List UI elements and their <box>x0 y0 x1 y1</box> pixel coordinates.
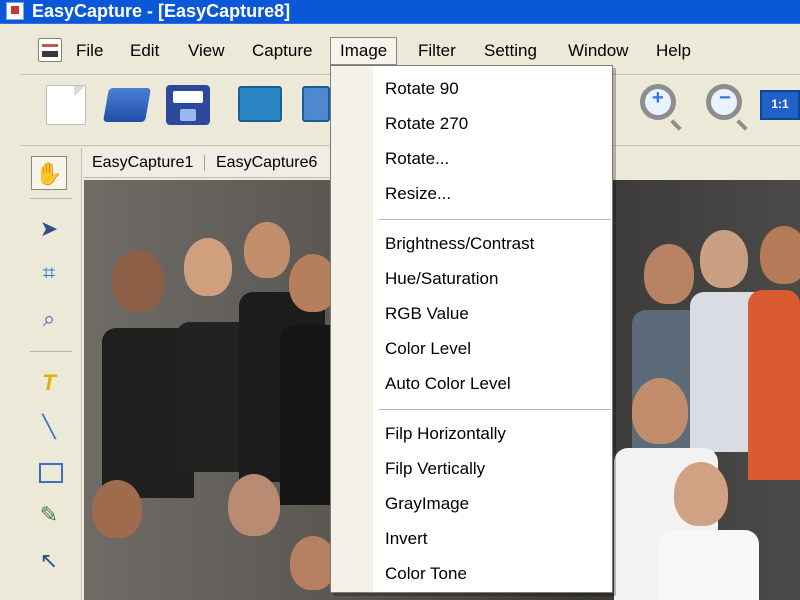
zoom-out-icon[interactable] <box>706 84 742 120</box>
menu-separator <box>379 219 611 220</box>
person-shirt <box>748 290 800 480</box>
menu-item-invert[interactable]: Invert <box>385 524 428 554</box>
menu-item-hue-saturation[interactable]: Hue/Saturation <box>385 264 498 294</box>
actual-size-icon[interactable]: 1:1 <box>760 90 800 120</box>
capture-window-icon[interactable] <box>238 86 282 122</box>
crop-icon[interactable]: ⌗ <box>31 256 67 290</box>
menu-setting[interactable]: Setting <box>484 39 537 63</box>
menu-item-rotate[interactable]: Rotate... <box>385 144 449 174</box>
document-icon <box>38 38 62 62</box>
app-icon <box>6 2 24 20</box>
menu-item-color-tone[interactable]: Color Tone <box>385 559 467 589</box>
menu-window[interactable]: Window <box>568 39 628 63</box>
menu-item-flip-vertically[interactable]: Filp Vertically <box>385 454 485 484</box>
person-face <box>112 250 164 312</box>
person-face <box>92 480 142 538</box>
menu-image[interactable]: Image <box>330 37 398 65</box>
menu-item-rgb-value[interactable]: RGB Value <box>385 299 469 329</box>
tab-easycapture6[interactable]: EasyCapture6 <box>216 148 317 178</box>
tool-divider <box>30 198 72 199</box>
person-face <box>184 238 232 296</box>
menu-separator <box>379 409 611 410</box>
menu-item-brightness-contrast[interactable]: Brightness/Contrast <box>385 229 534 259</box>
tool-panel: ✋ ➤ ⌗ ⌕ T ╲ ✎ ↖ <box>20 148 82 600</box>
rectangle-tool-icon[interactable] <box>31 454 67 488</box>
person-shirt <box>659 530 759 600</box>
tool-divider <box>30 351 72 352</box>
save-disk-icon[interactable] <box>166 85 210 125</box>
person-face <box>644 244 694 304</box>
menu-view[interactable]: View <box>188 39 225 63</box>
eraser-icon[interactable]: ✎ <box>31 498 67 532</box>
image-menu-dropdown: Rotate 90 Rotate 270 Rotate... Resize...… <box>330 65 613 593</box>
person-face <box>244 222 290 278</box>
tab-easycapture1[interactable]: EasyCapture1 <box>92 148 193 178</box>
window-title: EasyCapture - [EasyCapture8] <box>32 1 291 21</box>
person-face <box>700 230 748 288</box>
person-face <box>674 462 728 526</box>
menu-item-flip-horizontally[interactable]: Filp Horizontally <box>385 419 506 449</box>
menu-item-rotate-270[interactable]: Rotate 270 <box>385 109 468 139</box>
menu-filter[interactable]: Filter <box>418 39 456 63</box>
menu-item-gray-image[interactable]: GrayImage <box>385 489 469 519</box>
menu-capture[interactable]: Capture <box>252 39 312 63</box>
menu-help[interactable]: Help <box>656 39 691 63</box>
capture-region-icon[interactable] <box>302 86 330 122</box>
document-tabs: EasyCapture1 EasyCapture6 <box>84 148 330 178</box>
menu-item-rotate-90[interactable]: Rotate 90 <box>385 74 459 104</box>
menu-icon-gutter <box>331 66 373 592</box>
title-bar: EasyCapture - [EasyCapture8] <box>0 0 800 24</box>
pointer-move-icon[interactable]: ➤ <box>31 212 67 246</box>
tab-divider <box>204 155 205 171</box>
line-tool-icon[interactable]: ╲ <box>31 410 67 444</box>
magnifier-icon[interactable]: ⌕ <box>31 302 67 336</box>
new-document-icon[interactable] <box>46 85 86 125</box>
person-face <box>760 226 800 284</box>
person-face <box>228 474 280 536</box>
menu-item-resize[interactable]: Resize... <box>385 179 451 209</box>
menu-item-color-level[interactable]: Color Level <box>385 334 471 364</box>
menu-file[interactable]: File <box>76 39 103 63</box>
text-tool-icon[interactable]: T <box>31 366 67 400</box>
zoom-in-icon[interactable] <box>640 84 676 120</box>
menu-item-auto-color-level[interactable]: Auto Color Level <box>385 369 511 399</box>
hand-tool-icon[interactable]: ✋ <box>31 156 67 190</box>
menu-edit[interactable]: Edit <box>130 39 159 63</box>
arrow-tool-icon[interactable]: ↖ <box>31 544 67 578</box>
open-folder-icon[interactable] <box>103 88 151 122</box>
person-face <box>632 378 688 444</box>
